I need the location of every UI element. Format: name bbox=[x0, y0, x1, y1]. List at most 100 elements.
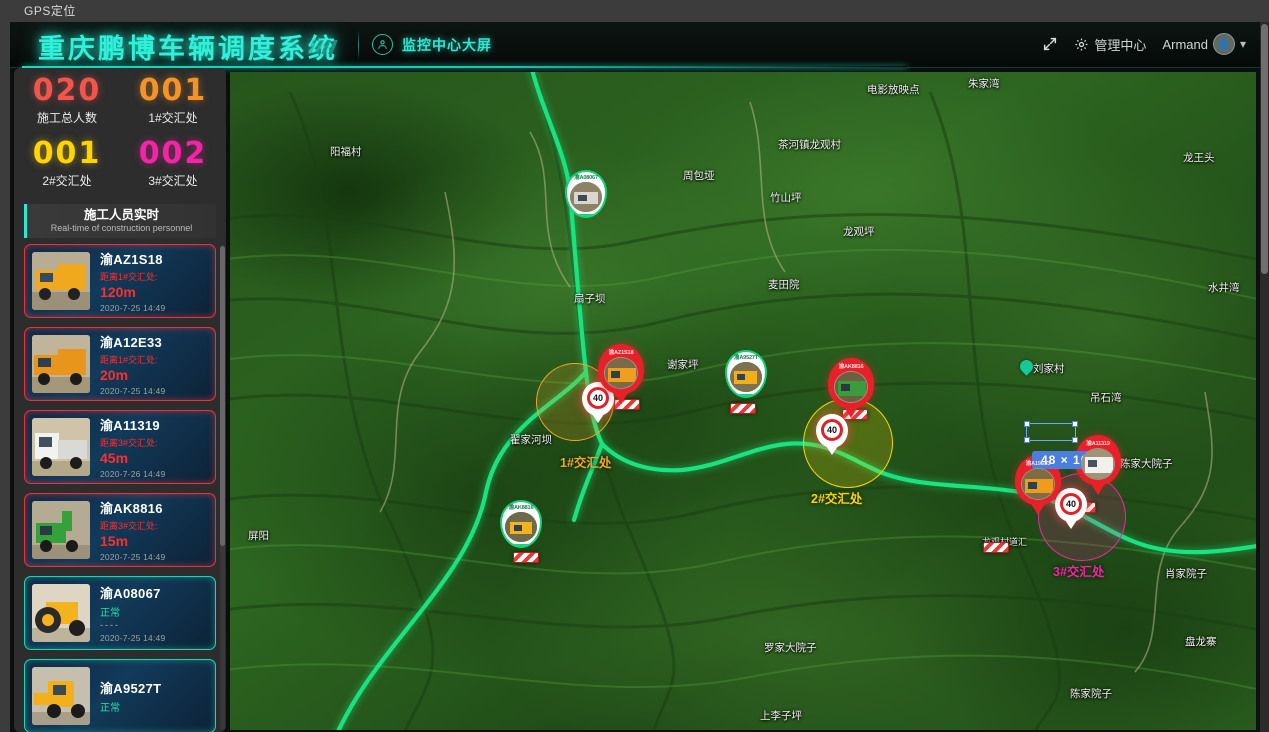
vehicle-info: 渝AZ1S18 距离1#交汇处: 120m 2020-7-25 14:49 bbox=[100, 249, 208, 313]
vehicle-plate: 渝AK8816 bbox=[100, 498, 208, 517]
page-scrollbar-thumb[interactable] bbox=[1261, 24, 1268, 274]
list-item[interactable]: 渝A11319 距离3#交汇处: 45m 2020-7-26 14:49 bbox=[24, 410, 216, 484]
selection-outline bbox=[1027, 424, 1075, 440]
avatar[interactable]: 👤 bbox=[1213, 33, 1235, 55]
vehicle-info: 渝AK8816 距离3#交汇处: 15m 2020-7-25 14:49 bbox=[100, 498, 208, 562]
brand-decoration-slashes bbox=[307, 40, 361, 54]
vehicle-sub-label: 距离3#交汇处: bbox=[100, 519, 208, 532]
vehicle-plate: 渝AZ1S18 bbox=[100, 249, 208, 268]
speed-limit-value: 40 bbox=[821, 419, 843, 441]
application-window: 重庆鹏博车辆调度系统 监控中心大屏 bbox=[10, 22, 1260, 732]
vehicle-info: 渝A08067 正常 ---- 2020-7-25 14:49 bbox=[100, 583, 208, 643]
stat-value: 001 bbox=[120, 74, 226, 108]
stat-value: 002 bbox=[120, 137, 226, 171]
vehicle-thumbnail bbox=[32, 501, 90, 559]
vehicle-marker-normal[interactable]: 渝A9527T bbox=[725, 350, 767, 406]
resize-handle[interactable] bbox=[1072, 421, 1078, 427]
stat-value: 001 bbox=[14, 137, 120, 171]
marker-plate-label: 渝AK8816 bbox=[500, 503, 542, 511]
header-right-tools: 管理中心 Armand 👤 ▾ bbox=[1042, 33, 1246, 55]
stat-junction-3: 002 3#交汇处 bbox=[120, 137, 226, 200]
management-center-label: 管理中心 bbox=[1094, 35, 1146, 54]
vehicle-sub-label: 距离1#交汇处: bbox=[100, 353, 208, 366]
vehicle-sub-label: 正常 bbox=[100, 699, 208, 714]
user-name-label: Armand bbox=[1162, 37, 1208, 52]
browser-chrome: GPS定位 bbox=[0, 0, 1269, 22]
vehicle-distance: 120m bbox=[100, 284, 208, 300]
speed-limit-marker[interactable]: 40 bbox=[816, 414, 848, 456]
resize-handle[interactable] bbox=[1024, 437, 1030, 443]
sidebar-scrollbar[interactable] bbox=[220, 246, 225, 730]
vehicle-marker-alert[interactable]: 渝A19E33 bbox=[1015, 455, 1061, 517]
marker-plate-label: 渝A9527T bbox=[725, 353, 767, 361]
vehicle-info: 渝A11319 距离3#交汇处: 45m 2020-7-26 14:49 bbox=[100, 415, 208, 479]
vehicle-marker-normal[interactable]: 渝A08067 bbox=[565, 170, 607, 226]
stat-value: 020 bbox=[14, 74, 120, 108]
vehicle-thumbnail bbox=[32, 584, 90, 642]
stat-label: 施工总人数 bbox=[14, 109, 120, 126]
vehicle-distance: 20m bbox=[100, 367, 208, 383]
stat-junction-1: 001 1#交汇处 bbox=[120, 74, 226, 137]
vehicle-marker-alert[interactable]: 渝AK8816 bbox=[828, 358, 874, 420]
section-title-en: Real-time of construction personnel bbox=[51, 223, 193, 234]
stat-label: 3#交汇处 bbox=[120, 172, 226, 189]
vehicle-timestamp: 2020-7-25 14:49 bbox=[100, 552, 208, 562]
list-item[interactable]: 渝AK8816 距离3#交汇处: 15m 2020-7-25 14:49 bbox=[24, 493, 216, 567]
vehicle-thumbnail bbox=[32, 252, 90, 310]
vehicle-timestamp: 2020-7-26 14:49 bbox=[100, 469, 208, 479]
browser-tab-title: GPS定位 bbox=[24, 2, 76, 19]
monitor-center-label: 监控中心大屏 bbox=[402, 35, 492, 55]
marker-plate-label: 渝A19E33 bbox=[1015, 459, 1061, 467]
vehicle-thumbnail bbox=[32, 667, 90, 725]
vehicle-plate: 渝A9527T bbox=[100, 678, 208, 697]
work-barrier-icon bbox=[983, 542, 1009, 553]
stat-label: 2#交汇处 bbox=[14, 172, 120, 189]
app-header: 重庆鹏博车辆调度系统 监控中心大屏 bbox=[10, 22, 1260, 68]
vehicle-list[interactable]: 渝AZ1S18 距离1#交汇处: 120m 2020-7-25 14:49 bbox=[14, 244, 226, 732]
left-sidebar: 020 施工总人数 001 1#交汇处 001 2#交汇处 002 3#交汇处 … bbox=[14, 68, 226, 732]
list-item[interactable]: 渝A08067 正常 ---- 2020-7-25 14:49 bbox=[24, 576, 216, 650]
marker-vehicle-photo bbox=[1081, 448, 1115, 480]
marker-vehicle-photo bbox=[570, 182, 602, 212]
vehicle-timestamp: 2020-7-25 14:49 bbox=[100, 303, 208, 313]
list-item[interactable]: 渝AZ1S18 距离1#交汇处: 120m 2020-7-25 14:49 bbox=[24, 244, 216, 318]
vehicle-plate: 渝A08067 bbox=[100, 583, 208, 602]
resize-handle[interactable] bbox=[1024, 421, 1030, 427]
vehicle-marker-alert[interactable]: 渝A11319 bbox=[1075, 435, 1121, 497]
monitor-center-nav[interactable]: 监控中心大屏 bbox=[372, 34, 492, 55]
vehicle-thumbnail bbox=[32, 418, 90, 476]
stat-label: 1#交汇处 bbox=[120, 109, 226, 126]
list-item[interactable]: 渝A9527T 正常 bbox=[24, 659, 216, 732]
map-view[interactable]: 1#交汇处 2#交汇处 3#交汇处 阳福村 周包垭 电影放映点 茶河镇龙观村 竹… bbox=[230, 72, 1256, 730]
marker-vehicle-photo bbox=[834, 371, 868, 403]
marker-plate-label: 渝A11319 bbox=[1075, 439, 1121, 447]
management-center-button[interactable]: 管理中心 bbox=[1074, 35, 1146, 54]
vehicle-info: 渝A12E33 距离1#交汇处: 20m 2020-7-25 14:49 bbox=[100, 332, 208, 396]
vehicle-plate: 渝A12E33 bbox=[100, 332, 208, 351]
marker-plate-label: 渝AZ1S18 bbox=[598, 348, 644, 356]
vehicle-sub-label: 距离3#交汇处: bbox=[100, 436, 208, 449]
vehicle-marker-normal[interactable]: 渝AK8816 bbox=[500, 500, 542, 556]
vehicle-plate: 渝A11319 bbox=[100, 415, 208, 434]
junction-label-1: 1#交汇处 bbox=[560, 452, 611, 471]
section-header-realtime-personnel: 施工人员实时 Real-time of construction personn… bbox=[24, 204, 216, 238]
vehicle-distance: 45m bbox=[100, 450, 208, 466]
chevron-down-icon[interactable]: ▾ bbox=[1240, 37, 1246, 51]
vehicle-timestamp: 2020-7-25 14:49 bbox=[100, 633, 208, 643]
vehicle-thumbnail bbox=[32, 335, 90, 393]
marker-plate-label: 渝AK8816 bbox=[828, 362, 874, 370]
stat-total-workers: 020 施工总人数 bbox=[14, 74, 120, 137]
stat-junction-2: 001 2#交汇处 bbox=[14, 137, 120, 200]
vehicle-sub-label: 距离1#交汇处: bbox=[100, 270, 208, 283]
user-shield-icon bbox=[372, 34, 393, 55]
user-menu[interactable]: Armand 👤 ▾ bbox=[1162, 33, 1246, 55]
marker-vehicle-photo bbox=[505, 512, 537, 542]
list-item[interactable]: 渝A12E33 距离1#交汇处: 20m 2020-7-25 14:49 bbox=[24, 327, 216, 401]
vehicle-timestamp: 2020-7-25 14:49 bbox=[100, 386, 208, 396]
page-scrollbar[interactable] bbox=[1260, 22, 1269, 732]
marker-plate-label: 渝A08067 bbox=[565, 173, 607, 181]
section-title-cn: 施工人员实时 bbox=[84, 209, 159, 222]
fullscreen-button[interactable] bbox=[1042, 36, 1058, 52]
vehicle-marker-alert[interactable]: 渝AZ1S18 bbox=[598, 344, 644, 406]
junction-label-3: 3#交汇处 bbox=[1053, 561, 1104, 580]
